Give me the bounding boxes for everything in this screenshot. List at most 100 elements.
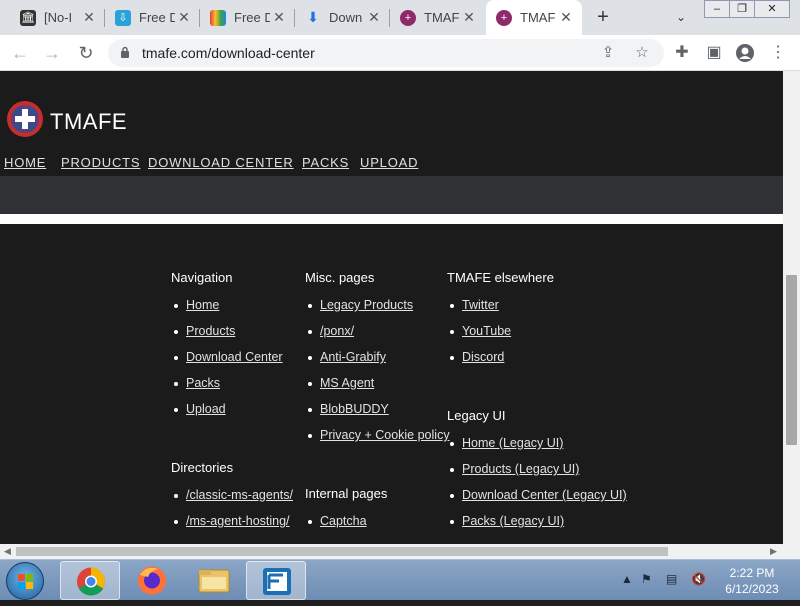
restore-button[interactable]: ❐ xyxy=(729,0,755,18)
vertical-scrollbar-thumb[interactable] xyxy=(786,275,797,445)
tmafe-logo-icon xyxy=(7,101,43,137)
nav-download-center[interactable]: DOWNLOAD CENTER xyxy=(148,155,294,170)
scroll-right-arrow-icon[interactable]: ▶ xyxy=(770,546,777,557)
bookmark-star-icon[interactable]: ☆ xyxy=(632,43,652,63)
menu-kebab-icon[interactable]: ⋮ xyxy=(766,41,790,65)
chrome-icon xyxy=(77,567,105,596)
action-center-flag-icon[interactable]: ⚑ xyxy=(641,572,652,586)
volume-muted-icon[interactable]: 🔇 xyxy=(691,572,706,586)
tab-downloads[interactable]: ⬇ Down ✕ xyxy=(295,0,390,35)
content-band xyxy=(0,176,783,214)
archive-icon: 🏛 xyxy=(20,9,36,26)
footer-link-discord[interactable]: Discord xyxy=(462,350,504,364)
share-icon[interactable]: ⇪ xyxy=(598,43,618,63)
tab-close-icon[interactable]: ✕ xyxy=(176,9,192,25)
start-button[interactable] xyxy=(6,562,44,600)
freedl-icon: ⇩ xyxy=(115,9,131,26)
minimize-button[interactable]: – xyxy=(704,0,730,18)
footer-link-anti-grabify[interactable]: Anti-Grabify xyxy=(320,350,386,364)
tab-strip: 🏛 [No-I ✕ ⇩ Free D ✕ Free D ✕ ⬇ Down ✕ +… xyxy=(0,0,800,35)
footer-link-ponx[interactable]: /ponx/ xyxy=(320,324,354,338)
network-icon[interactable]: ▤ xyxy=(666,572,677,586)
footer-link-packs[interactable]: Packs xyxy=(186,376,220,390)
site-footer: Navigation Home Products Download Center… xyxy=(0,224,783,544)
scroll-left-arrow-icon[interactable]: ◀ xyxy=(4,546,11,557)
tab-close-icon[interactable]: ✕ xyxy=(366,9,382,25)
rainbow-icon xyxy=(210,9,226,26)
footer-link-download-center-legacy[interactable]: Download Center (Legacy UI) xyxy=(462,488,627,502)
clock-time: 2:22 PM xyxy=(729,566,775,580)
footer-heading-internal: Internal pages xyxy=(305,486,388,501)
extensions-icon[interactable]: ✚ xyxy=(670,41,694,65)
tab-search-chevron-icon[interactable]: ⌄ xyxy=(672,8,690,26)
nav-upload[interactable]: UPLOAD xyxy=(360,155,418,170)
footer-heading-misc: Misc. pages xyxy=(305,270,375,285)
vertical-scrollbar[interactable] xyxy=(783,71,800,544)
site-header: TMAFE HOME PRODUCTS DOWNLOAD CENTER PACK… xyxy=(0,71,783,176)
folder-icon xyxy=(198,569,230,593)
windows-taskbar: ▲ ⚑ ▤ 🔇 2:22 PM 6/12/2023 xyxy=(0,559,800,600)
tmafe-icon: + xyxy=(496,9,512,26)
tab-no-ia[interactable]: 🏛 [No-I ✕ xyxy=(10,0,105,35)
clock-date: 6/12/2023 xyxy=(725,582,779,596)
taskbar-free-download-manager[interactable] xyxy=(246,561,306,600)
forward-icon[interactable]: → xyxy=(40,41,64,65)
close-button[interactable]: ✕ xyxy=(754,0,790,18)
fdm-icon xyxy=(263,568,291,595)
address-bar[interactable]: tmafe.com/download-center ⇪ ☆ xyxy=(108,39,664,67)
side-panel-icon[interactable]: ▣ xyxy=(702,41,726,65)
tab-close-icon[interactable]: ✕ xyxy=(271,9,287,25)
url-text: tmafe.com/download-center xyxy=(142,45,315,61)
footer-heading-legacy: Legacy UI xyxy=(447,408,506,423)
footer-link-ms-agent-hosting[interactable]: /ms-agent-hosting/ xyxy=(186,514,290,528)
taskbar-explorer[interactable] xyxy=(184,561,244,600)
tab-free-download-1[interactable]: ⇩ Free D ✕ xyxy=(105,0,200,35)
footer-link-packs-legacy[interactable]: Packs (Legacy UI) xyxy=(462,514,564,528)
site-brand: TMAFE xyxy=(50,109,128,134)
tab-close-icon[interactable]: ✕ xyxy=(81,9,97,25)
footer-link-products[interactable]: Products xyxy=(186,324,235,338)
nav-home[interactable]: HOME xyxy=(4,155,46,170)
profile-avatar-icon[interactable] xyxy=(733,41,757,65)
new-tab-button[interactable]: + xyxy=(592,7,614,29)
footer-link-legacy-products[interactable]: Legacy Products xyxy=(320,298,413,312)
horizontal-scrollbar[interactable]: ◀ ▶ xyxy=(0,544,800,559)
page-viewport: TMAFE HOME PRODUCTS DOWNLOAD CENTER PACK… xyxy=(0,71,783,544)
footer-link-privacy[interactable]: Privacy + Cookie policy xyxy=(320,428,450,442)
lock-icon xyxy=(121,46,129,58)
horizontal-scrollbar-thumb[interactable] xyxy=(16,547,668,556)
tab-tmafe-1[interactable]: + TMAF ✕ xyxy=(390,0,485,35)
footer-heading-navigation: Navigation xyxy=(171,270,233,285)
tab-close-icon[interactable]: ✕ xyxy=(558,9,574,25)
footer-heading-directories: Directories xyxy=(171,460,234,475)
divider xyxy=(0,214,783,224)
nav-products[interactable]: PRODUCTS xyxy=(61,155,140,170)
taskbar-firefox[interactable] xyxy=(122,561,182,600)
footer-link-upload[interactable]: Upload xyxy=(186,402,226,416)
windows-logo-icon xyxy=(18,574,33,589)
tab-free-download-2[interactable]: Free D ✕ xyxy=(200,0,295,35)
footer-link-home[interactable]: Home xyxy=(186,298,219,312)
system-clock[interactable]: 2:22 PM 6/12/2023 xyxy=(720,565,784,597)
footer-heading-elsewhere: TMAFE elsewhere xyxy=(447,270,554,285)
reload-icon[interactable]: ↻ xyxy=(74,41,98,65)
footer-link-products-legacy[interactable]: Products (Legacy UI) xyxy=(462,462,579,476)
tmafe-icon: + xyxy=(400,9,416,26)
tray-expand-icon[interactable]: ▲ xyxy=(621,572,633,586)
footer-link-twitter[interactable]: Twitter xyxy=(462,298,499,312)
download-icon: ⬇ xyxy=(307,9,319,25)
footer-link-download-center[interactable]: Download Center xyxy=(186,350,283,364)
firefox-icon xyxy=(138,566,166,595)
footer-link-captcha[interactable]: Captcha xyxy=(320,514,367,528)
footer-link-ms-agent[interactable]: MS Agent xyxy=(320,376,374,390)
tab-tmafe-active[interactable]: + TMAF ✕ xyxy=(486,0,582,35)
footer-link-youtube[interactable]: YouTube xyxy=(462,324,511,338)
footer-link-home-legacy[interactable]: Home (Legacy UI) xyxy=(462,436,563,450)
tab-close-icon[interactable]: ✕ xyxy=(461,9,477,25)
nav-packs[interactable]: PACKS xyxy=(302,155,349,170)
browser-toolbar: ← → ↻ tmafe.com/download-center ⇪ ☆ ✚ ▣ … xyxy=(0,35,800,71)
footer-link-blobbuddy[interactable]: BlobBUDDY xyxy=(320,402,389,416)
back-icon[interactable]: ← xyxy=(8,41,32,65)
taskbar-chrome[interactable] xyxy=(60,561,120,600)
footer-link-classic-ms-agents[interactable]: /classic-ms-agents/ xyxy=(186,488,293,502)
